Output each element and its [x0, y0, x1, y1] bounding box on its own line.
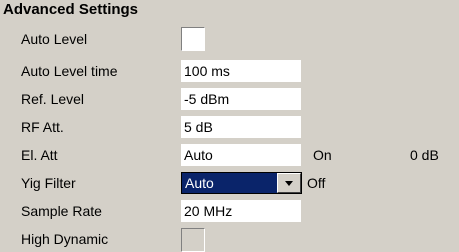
yig-filter-dropdown-button[interactable] — [277, 173, 301, 193]
row-el-att: El. Att Auto On 0 dB — [0, 142, 459, 168]
yig-filter-state: Off — [307, 175, 326, 191]
row-yig-filter: Yig Filter Auto Off — [0, 170, 459, 196]
el-att-field[interactable]: Auto — [181, 144, 301, 166]
auto-level-time-label: Auto Level time — [21, 63, 118, 79]
el-att-amount: 0 dB — [410, 147, 439, 163]
yig-filter-label: Yig Filter — [21, 175, 76, 191]
ref-level-field[interactable]: -5 dBm — [181, 88, 301, 110]
ref-level-label: Ref. Level — [21, 91, 85, 107]
sample-rate-label: Sample Rate — [21, 203, 102, 219]
chevron-down-icon — [285, 181, 293, 186]
auto-level-time-field[interactable]: 100 ms — [181, 60, 301, 82]
row-auto-level-time: Auto Level time 100 ms — [0, 58, 459, 84]
high-dynamic-checkbox[interactable] — [181, 228, 205, 252]
section-title: Advanced Settings — [3, 1, 139, 18]
row-sample-rate: Sample Rate 20 MHz — [0, 198, 459, 224]
rf-att-label: RF Att. — [21, 119, 64, 135]
row-rf-att: RF Att. 5 dB — [0, 114, 459, 140]
sample-rate-field[interactable]: 20 MHz — [181, 200, 301, 222]
yig-filter-select[interactable]: Auto — [181, 172, 302, 194]
row-high-dynamic: High Dynamic — [0, 226, 459, 252]
auto-level-checkbox[interactable] — [181, 27, 205, 51]
row-auto-level: Auto Level — [0, 26, 459, 52]
el-att-state: On — [313, 147, 332, 163]
yig-filter-selected: Auto — [182, 173, 277, 193]
row-ref-level: Ref. Level -5 dBm — [0, 86, 459, 112]
auto-level-label: Auto Level — [21, 31, 88, 47]
advanced-settings-panel: Advanced Settings Auto Level Auto Level … — [0, 0, 459, 252]
rf-att-field[interactable]: 5 dB — [181, 116, 301, 138]
el-att-label: El. Att — [21, 147, 58, 163]
high-dynamic-label: High Dynamic — [21, 231, 109, 247]
